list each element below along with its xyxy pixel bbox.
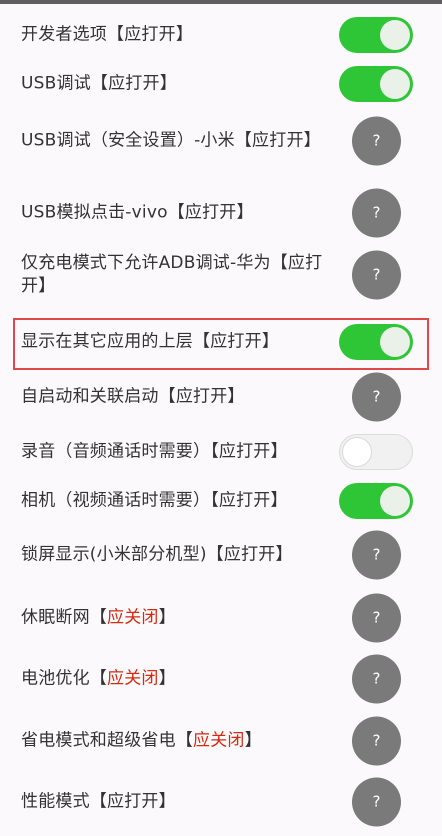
question-mark-icon: ? xyxy=(372,131,381,150)
setting-label: 省电模式和超级省电【应关闭】 xyxy=(21,730,262,751)
setting-row-battery-optimization: 电池优化【应关闭】 ? xyxy=(0,653,442,705)
setting-row-usb-simulated-click-vivo: USB模拟点击-vivo【应打开】 ? xyxy=(0,185,442,241)
toggle-knob xyxy=(380,327,410,357)
setting-row-performance-mode: 性能模式【应打开】 ? xyxy=(0,776,442,828)
toggle-knob xyxy=(380,486,410,516)
help-button[interactable]: ? xyxy=(352,188,401,238)
setting-row-record-audio: 录音（音频通话时需要）【应打开】 xyxy=(0,427,442,477)
question-mark-icon: ? xyxy=(372,669,381,688)
toggle-knob xyxy=(380,69,410,99)
setting-row-camera: 相机（视频通话时需要）【应打开】 xyxy=(0,476,442,526)
help-button[interactable]: ? xyxy=(352,530,401,580)
help-button[interactable]: ? xyxy=(352,250,401,300)
setting-label: 显示在其它应用的上层【应打开】 xyxy=(21,331,280,352)
question-mark-icon: ? xyxy=(372,387,381,406)
setting-row-power-saving: 省电模式和超级省电【应关闭】 ? xyxy=(0,715,442,767)
toggle-knob xyxy=(342,436,372,467)
display-over-other-apps-toggle[interactable] xyxy=(339,324,413,360)
question-mark-icon: ? xyxy=(372,545,381,564)
setting-label: USB调试【应打开】 xyxy=(21,73,177,94)
setting-row-usb-debugging-security-xiaomi: USB调试（安全设置）-小米【应打开】 ? xyxy=(0,110,442,172)
setting-label: 休眠断网【应关闭】 xyxy=(21,607,176,628)
toggle-knob xyxy=(380,20,410,50)
usb-debugging-toggle[interactable] xyxy=(339,66,413,102)
setting-label: 锁屏显示(小米部分机型)【应打开】 xyxy=(21,544,293,565)
setting-label: 录音（音频通话时需要）【应打开】 xyxy=(21,441,288,462)
question-mark-icon: ? xyxy=(372,203,381,222)
setting-label: 相机（视频通话时需要）【应打开】 xyxy=(21,490,288,511)
question-mark-icon: ? xyxy=(372,265,381,284)
help-button[interactable]: ? xyxy=(352,777,401,827)
setting-row-usb-debugging: USB调试【应打开】 xyxy=(0,59,442,109)
setting-label: 仅充电模式下允许ADB调试-华为【应打开】 xyxy=(21,253,323,296)
setting-label: 性能模式【应打开】 xyxy=(21,791,176,812)
setting-row-adb-charge-only-huawei: 仅充电模式下允许ADB调试-华为【应打开】 ? xyxy=(0,244,442,306)
setting-row-lock-screen-display: 锁屏显示(小米部分机型)【应打开】 ? xyxy=(0,529,442,581)
help-button[interactable]: ? xyxy=(352,116,401,166)
setting-label: USB调试（安全设置）-小米【应打开】 xyxy=(21,130,321,151)
camera-toggle[interactable] xyxy=(339,483,413,519)
question-mark-icon: ? xyxy=(372,608,381,627)
setting-row-autostart: 自启动和关联启动【应打开】 ? xyxy=(0,372,442,422)
permission-list: 开发者选项【应打开】 USB调试【应打开】 USB调试（安全设置）-小米【应打开… xyxy=(0,4,442,836)
setting-row-developer-options: 开发者选项【应打开】 xyxy=(0,10,442,60)
setting-label: 电池优化【应关闭】 xyxy=(21,668,176,689)
help-button[interactable]: ? xyxy=(352,654,401,704)
help-button[interactable]: ? xyxy=(352,372,401,422)
question-mark-icon: ? xyxy=(372,792,381,811)
record-audio-toggle[interactable] xyxy=(339,434,413,470)
setting-row-sleep-network: 休眠断网【应关闭】 ? xyxy=(0,592,442,644)
question-mark-icon: ? xyxy=(372,731,381,750)
help-button[interactable]: ? xyxy=(352,716,401,766)
setting-row-display-over-other-apps: 显示在其它应用的上层【应打开】 xyxy=(0,318,442,366)
setting-label: USB模拟点击-vivo【应打开】 xyxy=(21,202,254,223)
help-button[interactable]: ? xyxy=(352,593,401,643)
developer-options-toggle[interactable] xyxy=(339,17,413,53)
setting-label: 开发者选项【应打开】 xyxy=(21,24,194,45)
setting-label: 自启动和关联启动【应打开】 xyxy=(21,386,245,407)
